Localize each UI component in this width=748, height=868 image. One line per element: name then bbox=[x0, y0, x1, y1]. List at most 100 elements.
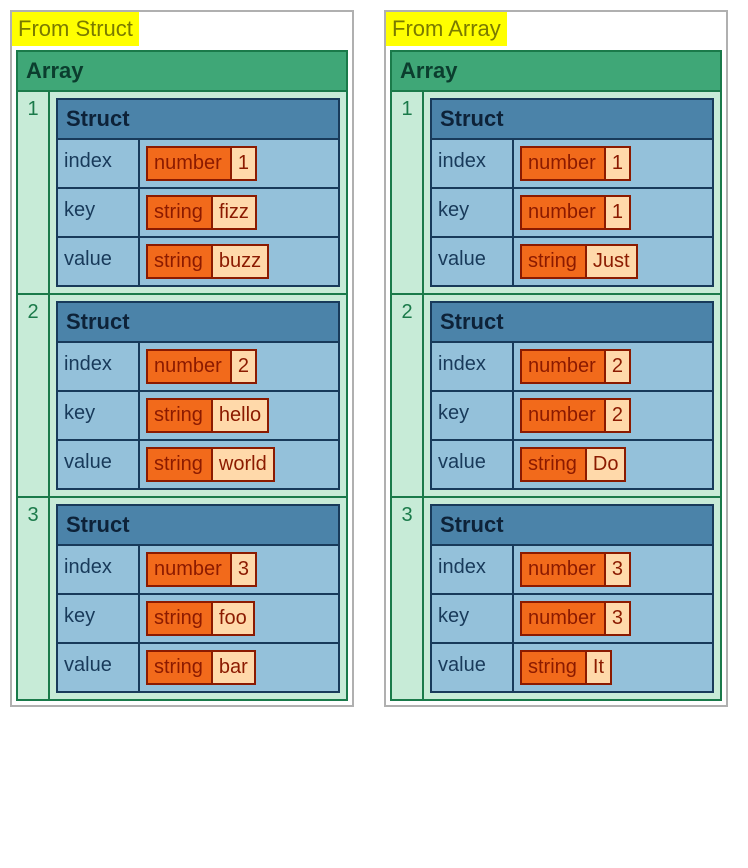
typed-value: number 1 bbox=[520, 195, 631, 230]
struct-row: key number 2 bbox=[432, 392, 712, 441]
struct-block: Struct index number 2 key bbox=[56, 301, 340, 490]
struct-value-cell: string Just bbox=[514, 238, 712, 285]
value-label: fizz bbox=[211, 197, 255, 228]
struct-value-cell: number 2 bbox=[514, 343, 712, 390]
struct-key-label: index bbox=[58, 140, 140, 187]
value-label: foo bbox=[211, 603, 253, 634]
struct-block: Struct index number 2 key bbox=[430, 301, 714, 490]
typed-value: string Just bbox=[520, 244, 638, 279]
typed-value: number 1 bbox=[520, 146, 631, 181]
value-label: It bbox=[585, 652, 610, 683]
type-label: string bbox=[148, 603, 211, 634]
struct-key-label: value bbox=[58, 644, 140, 691]
struct-row: value string buzz bbox=[58, 238, 338, 285]
struct-header: Struct bbox=[432, 303, 712, 343]
struct-block: Struct index number 3 key bbox=[56, 504, 340, 693]
struct-value-cell: number 2 bbox=[140, 343, 338, 390]
struct-value-cell: number 3 bbox=[514, 595, 712, 642]
struct-key-label: value bbox=[432, 644, 514, 691]
struct-value-cell: string world bbox=[140, 441, 338, 488]
struct-row: key string fizz bbox=[58, 189, 338, 238]
typed-value: number 2 bbox=[520, 349, 631, 384]
struct-value-cell: string It bbox=[514, 644, 712, 691]
typed-value: string Do bbox=[520, 447, 626, 482]
struct-key-label: index bbox=[58, 546, 140, 593]
type-label: number bbox=[522, 148, 604, 179]
value-label: Do bbox=[585, 449, 625, 480]
typed-value: number 2 bbox=[146, 349, 257, 384]
struct-key-label: key bbox=[58, 392, 140, 439]
struct-header: Struct bbox=[58, 100, 338, 140]
type-label: string bbox=[148, 400, 211, 431]
struct-block: Struct index number 1 key bbox=[56, 98, 340, 287]
struct-value-cell: number 3 bbox=[514, 546, 712, 593]
array-index: 1 bbox=[392, 92, 424, 293]
struct-value-cell: number 2 bbox=[514, 392, 712, 439]
struct-key-label: value bbox=[58, 238, 140, 285]
value-label: 3 bbox=[230, 554, 255, 585]
type-label: number bbox=[522, 400, 604, 431]
value-label: 1 bbox=[604, 197, 629, 228]
struct-key-label: value bbox=[432, 238, 514, 285]
typed-value: string hello bbox=[146, 398, 269, 433]
array-cell: Struct index number 3 key bbox=[424, 498, 720, 699]
type-label: string bbox=[148, 197, 211, 228]
type-label: string bbox=[148, 652, 211, 683]
typed-value: string world bbox=[146, 447, 275, 482]
array-cell: Struct index number 3 key bbox=[50, 498, 346, 699]
typed-value: string It bbox=[520, 650, 612, 685]
struct-key-label: key bbox=[58, 189, 140, 236]
type-label: string bbox=[148, 449, 211, 480]
struct-block: Struct index number 3 key bbox=[430, 504, 714, 693]
struct-header: Struct bbox=[432, 506, 712, 546]
array-index: 3 bbox=[18, 498, 50, 699]
type-label: string bbox=[522, 652, 585, 683]
value-label: 2 bbox=[230, 351, 255, 382]
value-label: 3 bbox=[604, 603, 629, 634]
array-index: 1 bbox=[18, 92, 50, 293]
struct-header: Struct bbox=[58, 303, 338, 343]
value-label: 3 bbox=[604, 554, 629, 585]
struct-key-label: key bbox=[432, 595, 514, 642]
type-label: number bbox=[522, 351, 604, 382]
type-label: number bbox=[522, 554, 604, 585]
array-row: 1 Struct index number 1 bbox=[392, 92, 720, 295]
array-block: Array 1 Struct index number 1 bbox=[16, 50, 348, 701]
array-row: 1 Struct index number 1 bbox=[18, 92, 346, 295]
struct-value-cell: number 3 bbox=[140, 546, 338, 593]
array-cell: Struct index number 1 key bbox=[50, 92, 346, 293]
array-index: 2 bbox=[18, 295, 50, 496]
array-cell: Struct index number 1 key bbox=[424, 92, 720, 293]
struct-value-cell: number 1 bbox=[514, 140, 712, 187]
struct-value-cell: string foo bbox=[140, 595, 338, 642]
struct-row: key number 1 bbox=[432, 189, 712, 238]
type-label: string bbox=[522, 246, 585, 277]
struct-row: value string Do bbox=[432, 441, 712, 488]
array-cell: Struct index number 2 key bbox=[424, 295, 720, 496]
type-label: number bbox=[522, 603, 604, 634]
struct-value-cell: string Do bbox=[514, 441, 712, 488]
array-block: Array 1 Struct index number 1 bbox=[390, 50, 722, 701]
struct-row: value string It bbox=[432, 644, 712, 691]
struct-key-label: value bbox=[58, 441, 140, 488]
struct-value-cell: string fizz bbox=[140, 189, 338, 236]
struct-key-label: index bbox=[58, 343, 140, 390]
value-label: Just bbox=[585, 246, 636, 277]
struct-block: Struct index number 1 key bbox=[430, 98, 714, 287]
typed-value: string foo bbox=[146, 601, 255, 636]
dump-container: From Struct Array 1 Struct index number bbox=[10, 10, 738, 707]
struct-value-cell: string buzz bbox=[140, 238, 338, 285]
array-row: 2 Struct index number 2 bbox=[18, 295, 346, 498]
type-label: string bbox=[522, 449, 585, 480]
struct-value-cell: string bar bbox=[140, 644, 338, 691]
dump-panel: From Struct Array 1 Struct index number bbox=[10, 10, 354, 707]
struct-row: index number 3 bbox=[432, 546, 712, 595]
struct-row: index number 2 bbox=[58, 343, 338, 392]
struct-row: key number 3 bbox=[432, 595, 712, 644]
type-label: number bbox=[148, 554, 230, 585]
typed-value: number 3 bbox=[520, 552, 631, 587]
dump-title: From Struct bbox=[12, 12, 139, 46]
struct-row: index number 1 bbox=[432, 140, 712, 189]
struct-key-label: index bbox=[432, 546, 514, 593]
struct-key-label: value bbox=[432, 441, 514, 488]
